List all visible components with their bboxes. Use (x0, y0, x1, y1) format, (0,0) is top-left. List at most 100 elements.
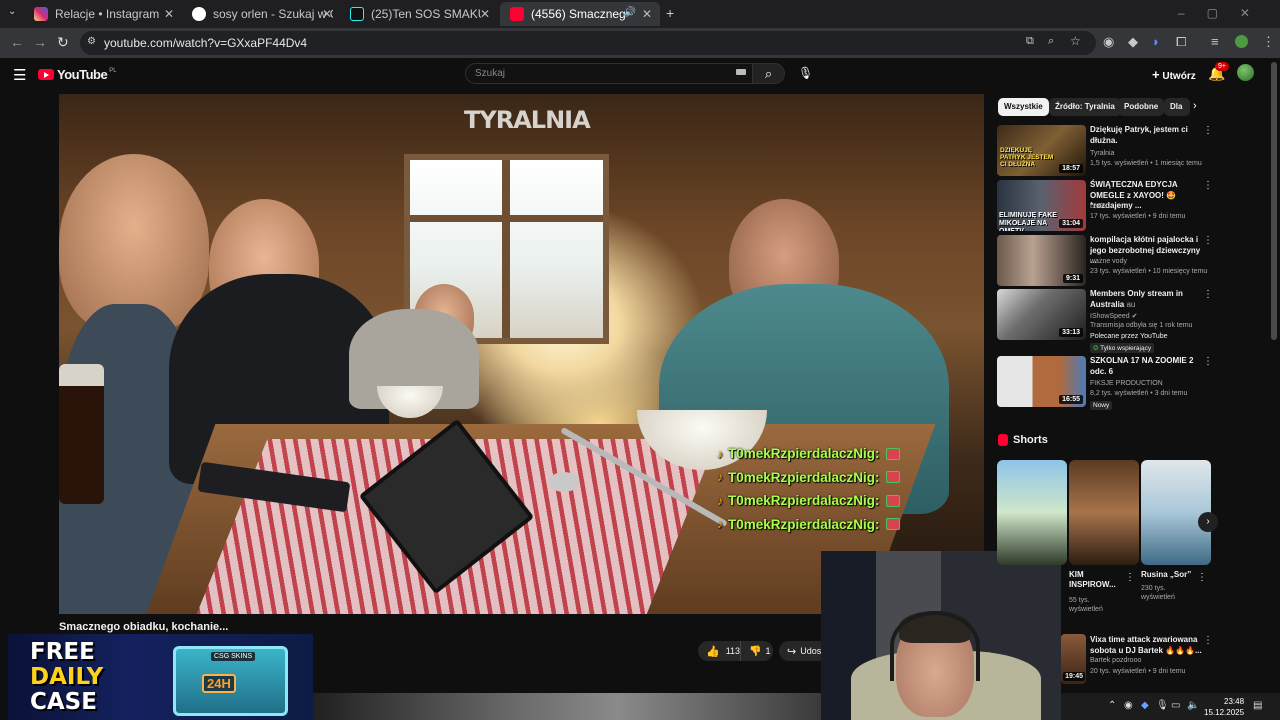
puzzle-icon[interactable]: ⧠ (1176, 34, 1186, 50)
keyboard-icon[interactable] (736, 69, 746, 75)
new-tab-button[interactable]: + (666, 5, 674, 21)
rec-video[interactable]: 33:13 Members Only stream in Australia a… (997, 289, 1213, 353)
close-icon[interactable]: ✕ (642, 7, 652, 21)
rec-title[interactable]: Dziękuję Patryk, jestem ci dłużna. (1090, 125, 1202, 146)
video-player[interactable]: TYRALNIA ♪ T0mekRzpierdalaczNig: ♪ T0mekRz… (59, 94, 984, 614)
more-icon[interactable]: ⋮ (1203, 635, 1213, 646)
short-thumbnail[interactable] (997, 460, 1067, 565)
chip-source[interactable]: Źródło: Tyralnia (1049, 98, 1121, 116)
dislike-button[interactable]: 👎 1 (740, 641, 773, 661)
rec-title[interactable]: SZKOLNA 17 NA ZOOMIE 2 odc. 6 (1090, 356, 1202, 377)
rec-channel[interactable]: ważne vody (1090, 258, 1127, 265)
tab-tiktok[interactable]: (25)Ten SOS SMAKUJE jak KENT ✕ (340, 2, 498, 26)
volume-icon[interactable]: 🔈 (1187, 700, 1199, 711)
close-icon[interactable]: ✕ (322, 7, 332, 21)
chip-similar[interactable]: Podobne (1118, 98, 1165, 116)
short-title[interactable]: KIM INSPIROW... (1069, 570, 1124, 590)
rec-thumbnail[interactable]: 9:31 (997, 235, 1086, 286)
speaker-icon[interactable]: 🔊 (624, 7, 636, 18)
network-icon[interactable]: ▭ (1171, 700, 1180, 711)
rec-video[interactable]: 16:55 SZKOLNA 17 NA ZOOMIE 2 odc. 6 FIKS… (997, 356, 1213, 410)
short-thumbnail[interactable] (1141, 460, 1211, 565)
url-text[interactable]: youtube.com/watch?v=GXxaPF44Dv4 (104, 36, 307, 50)
forward-icon[interactable]: → (33, 34, 47, 50)
country-code: PL (109, 67, 117, 74)
more-icon[interactable]: ⋮ (1197, 572, 1207, 583)
search-button[interactable]: ⌕ (752, 63, 785, 84)
chevron-up-icon[interactable]: ⌃ (1108, 700, 1116, 711)
profile-avatar[interactable] (1235, 35, 1248, 48)
chat-username: T0mekRzpierdalaczNig: (728, 446, 880, 462)
tab-search-icon[interactable]: ≡ (1211, 34, 1219, 49)
notification-icon[interactable]: ▤ (1253, 700, 1262, 711)
browser-tab-bar: ⌄ Relacje • Instagram ✕ sosy orlen - Szu… (0, 0, 1280, 28)
rec-channel[interactable]: Bartek pozdrooo (1090, 657, 1141, 664)
rec-video[interactable]: 9:31 kompilacja kłótni pajalocka i jego … (997, 235, 1213, 287)
rec-channel[interactable]: LeGu (1090, 203, 1107, 210)
omnibox[interactable]: ⚙ youtube.com/watch?v=GXxaPF44Dv4 ⧉ ⌕ ☆ (80, 31, 1096, 55)
taskbar-clock[interactable]: 23:48 15.12.2025 (1204, 696, 1244, 718)
star-icon[interactable]: ☆ (1070, 34, 1081, 48)
rec-thumbnail[interactable]: 19:45 (1061, 634, 1086, 684)
avatar[interactable] (1237, 64, 1254, 81)
notification-badge: 9+ (1215, 62, 1229, 71)
discord-icon[interactable]: ◉ (1124, 700, 1133, 711)
rec-video[interactable]: DZIĘKUJĘ PATRYK JESTEM CI DŁUŻNA 18:57 D… (997, 125, 1213, 177)
rec-thumbnail[interactable]: DZIĘKUJĘ PATRYK JESTEM CI DŁUŻNA 18:57 (997, 125, 1086, 176)
tab-title: sosy orlen - Szukaj w Google (213, 7, 333, 21)
chevron-right-icon[interactable]: › (1198, 512, 1218, 532)
youtube-icon (510, 7, 524, 21)
short-title[interactable]: Rusina „Sor” (1141, 570, 1196, 580)
rec-title-text: Members Only stream in Australia (1090, 289, 1183, 309)
extension-icon[interactable]: ◉ (1103, 34, 1114, 50)
ad-logo: CSG SKINS (211, 652, 256, 661)
extension-icon[interactable]: ◆ (1128, 34, 1138, 50)
scrollbar-thumb[interactable] (1271, 62, 1277, 340)
rec-channel[interactable]: IShowSpeed ✔ (1090, 312, 1138, 320)
ad-banner[interactable]: FREE DAILY CASE CSG SKINS 24H (8, 634, 313, 720)
more-icon[interactable]: ⋮ (1203, 235, 1213, 246)
menu-icon[interactable]: ⋮ (1262, 34, 1275, 50)
thumb-text: ELIMINUJĘ FAKE MIKOŁAJE NA OMETV (999, 212, 1057, 231)
more-icon[interactable]: ⋮ (1203, 356, 1213, 367)
chip-all[interactable]: Wszystkie (998, 98, 1049, 116)
rec-channel[interactable]: FIKSJE PRODUCTION (1090, 380, 1163, 387)
reload-icon[interactable]: ↻ (57, 34, 69, 51)
tab-instagram[interactable]: Relacje • Instagram ✕ (24, 2, 182, 26)
rec-thumbnail[interactable]: 16:55 (997, 356, 1086, 407)
tab-search-icon[interactable]: ⌄ (8, 6, 16, 17)
app-icon[interactable]: ◆ (1141, 700, 1149, 711)
chip-for[interactable]: Dla (1164, 98, 1190, 116)
rec-title[interactable]: Vixa time attack zwariowana sobota u DJ … (1090, 635, 1202, 656)
rec-meta: 17 tys. wyświetleń • 9 dni temu (1090, 213, 1186, 220)
duration-badge: 31:04 (1059, 219, 1083, 228)
rec-video[interactable]: ELIMINUJĘ FAKE MIKOŁAJE NA OMETV 31:04 Ś… (997, 180, 1213, 232)
chevron-right-icon[interactable]: › (1193, 100, 1197, 112)
rec-thumbnail[interactable]: 33:13 (997, 289, 1086, 340)
window-controls[interactable]: –▢✕ (1178, 6, 1272, 20)
close-icon[interactable]: ✕ (164, 7, 174, 21)
close-icon[interactable]: ✕ (480, 7, 490, 21)
site-info-icon[interactable]: ⚙ (87, 36, 96, 47)
rec-channel[interactable]: Tyralnia (1090, 150, 1115, 157)
short-thumbnail[interactable] (1069, 460, 1139, 565)
tab-google[interactable]: sosy orlen - Szukaj w Google ✕ (182, 2, 340, 26)
hamburger-icon[interactable]: ☰ (13, 66, 26, 84)
search-input[interactable]: Szukaj (465, 63, 755, 84)
mic-icon[interactable]: 🎙 (798, 66, 813, 80)
verified-icon: ✔ (1131, 313, 1138, 320)
rec-title[interactable]: Members Only stream in Australia au (1090, 289, 1202, 310)
mic-icon[interactable]: 🎙 (1156, 700, 1169, 711)
install-icon[interactable]: ⧉ (1026, 35, 1034, 48)
zoom-icon[interactable]: ⌕ (1048, 35, 1054, 48)
more-icon[interactable]: ⋮ (1203, 180, 1213, 191)
more-icon[interactable]: ⋮ (1125, 572, 1135, 583)
youtube-logo[interactable]: YouTube PL (38, 67, 117, 82)
create-button[interactable]: + Utwórz (1152, 67, 1196, 82)
rec-thumbnail[interactable]: ELIMINUJĘ FAKE MIKOŁAJE NA OMETV 31:04 (997, 180, 1086, 231)
more-icon[interactable]: ⋮ (1203, 289, 1213, 300)
back-icon[interactable]: ← (10, 34, 24, 50)
tab-youtube[interactable]: (4556) Smacznego obiadku 🔊 ✕ (500, 2, 660, 26)
extension-icon[interactable]: ◗ (1152, 34, 1160, 49)
more-icon[interactable]: ⋮ (1203, 125, 1213, 136)
